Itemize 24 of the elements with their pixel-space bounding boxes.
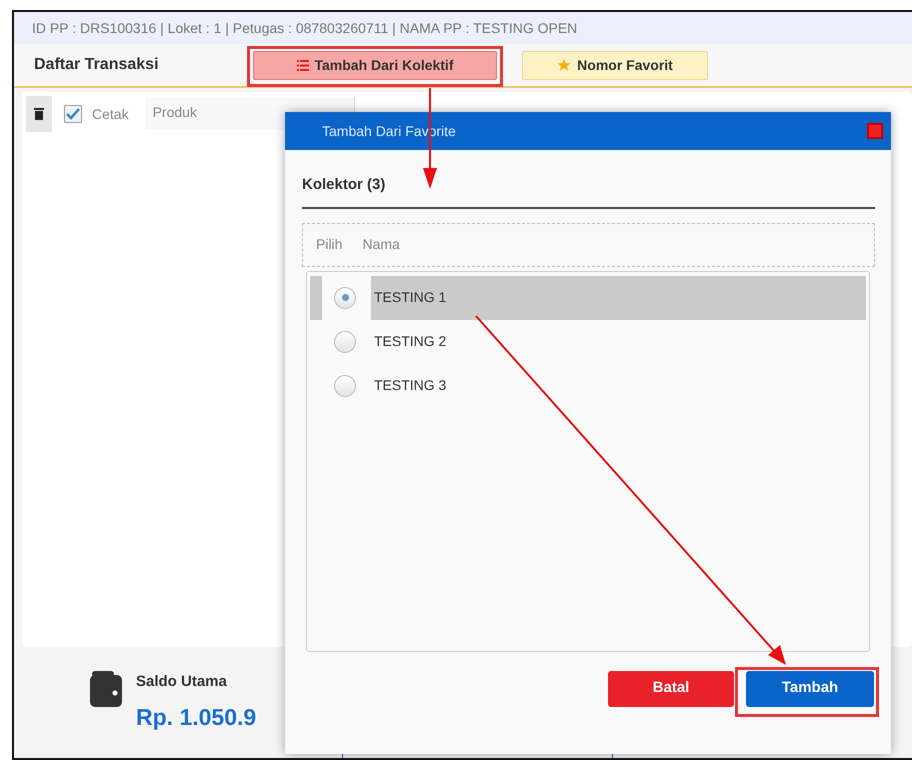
radio-button[interactable] <box>334 330 356 352</box>
section-title: Daftar Transaksi <box>34 55 160 75</box>
radio-button[interactable] <box>334 374 356 396</box>
trash-icon <box>34 108 44 120</box>
favorite-button[interactable]: Nomor Favorit <box>522 50 708 80</box>
print-checkbox[interactable] <box>64 105 82 123</box>
delete-button[interactable] <box>26 96 52 132</box>
column-header: Pilih <box>316 235 342 254</box>
collective-button[interactable]: Tambah Dari Kolektif <box>253 50 497 80</box>
star-icon <box>557 58 572 72</box>
balance-label: Saldo Utama <box>136 672 228 692</box>
checkbox-label: Cetak <box>92 104 129 124</box>
list-item[interactable]: TESTING 2 <box>371 320 866 364</box>
list-icon <box>296 60 308 70</box>
cancel-button[interactable]: Batal <box>608 670 734 706</box>
wallet-icon <box>90 671 122 707</box>
section-heading: Kolektor (3) <box>302 174 875 208</box>
info-bar: ID PP : DRS100316 | Loket : 1 | Petugas : 087803260711 | NAMA PP : TESTING OPEN <box>14 12 912 44</box>
balance-amount: Rp. 1.050.9 <box>136 702 256 732</box>
list-item[interactable]: TESTING 3 <box>371 364 866 408</box>
radio-button[interactable] <box>334 286 356 308</box>
column-header: Nama <box>362 235 400 254</box>
add-button[interactable]: Tambah <box>746 670 874 706</box>
list-item[interactable]: TESTING 1 <box>371 276 866 320</box>
